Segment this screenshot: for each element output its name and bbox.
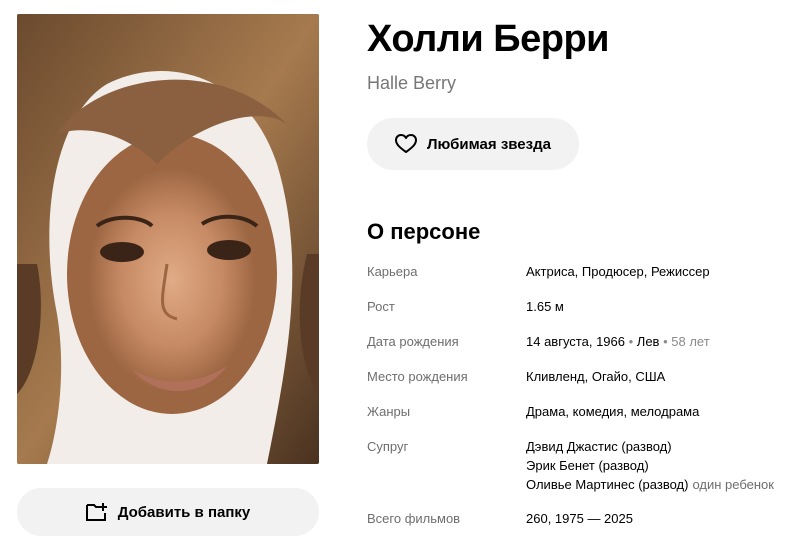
portrait-image	[17, 14, 319, 464]
heart-icon	[395, 134, 418, 153]
person-name: Холли Берри	[367, 18, 610, 60]
add-to-folder-label: Добавить в папку	[117, 503, 251, 521]
height-value: 1.65 м	[526, 299, 564, 314]
spouse-item[interactable]: Эрик Бенет (развод)	[526, 456, 774, 475]
total-films-value: 260, 1975 — 2025	[526, 511, 633, 526]
age: 58 лет	[671, 334, 710, 349]
spouse-list: Дэвид Джастис (развод) Эрик Бенет (разво…	[526, 437, 774, 494]
person-photo	[17, 14, 319, 464]
add-to-folder-button[interactable]: Добавить в папку	[17, 488, 319, 536]
spouse-name[interactable]: Оливье Мартинес (развод)	[526, 477, 688, 492]
favorite-star-button[interactable]: Любимая звезда	[367, 118, 579, 170]
spouse-note: один ребенок	[692, 477, 774, 492]
genres-label: Жанры	[367, 404, 411, 419]
favorite-star-label: Любимая звезда	[427, 135, 551, 153]
about-section-title: О персоне	[367, 219, 481, 244]
total-films-label: Всего фильмов	[367, 511, 461, 526]
genres-value[interactable]: Драма, комедия, мелодрама	[526, 402, 699, 421]
folder-plus-icon	[85, 503, 107, 521]
height-label: Рост	[367, 299, 395, 314]
career-label: Карьера	[367, 264, 418, 279]
birth-date-value: 14 августа, 1966 • Лев • 58 лет	[526, 332, 710, 351]
spouse-item[interactable]: Дэвид Джастис (развод)	[526, 437, 774, 456]
person-original-name: Halle Berry	[367, 73, 457, 93]
birth-place-label: Место рождения	[367, 369, 468, 384]
birth-date[interactable]: 14 августа, 1966	[526, 334, 625, 349]
spouse-item: Оливье Мартинес (развод) один ребенок	[526, 475, 774, 494]
birth-place-value[interactable]: Кливленд, Огайо, США	[526, 367, 665, 386]
spouse-label: Супруг	[367, 439, 409, 454]
zodiac-sign[interactable]: Лев	[637, 334, 660, 349]
career-value[interactable]: Актриса, Продюсер, Режиссер	[526, 262, 710, 281]
birth-date-label: Дата рождения	[367, 334, 459, 349]
separator-dot: •	[628, 334, 637, 349]
